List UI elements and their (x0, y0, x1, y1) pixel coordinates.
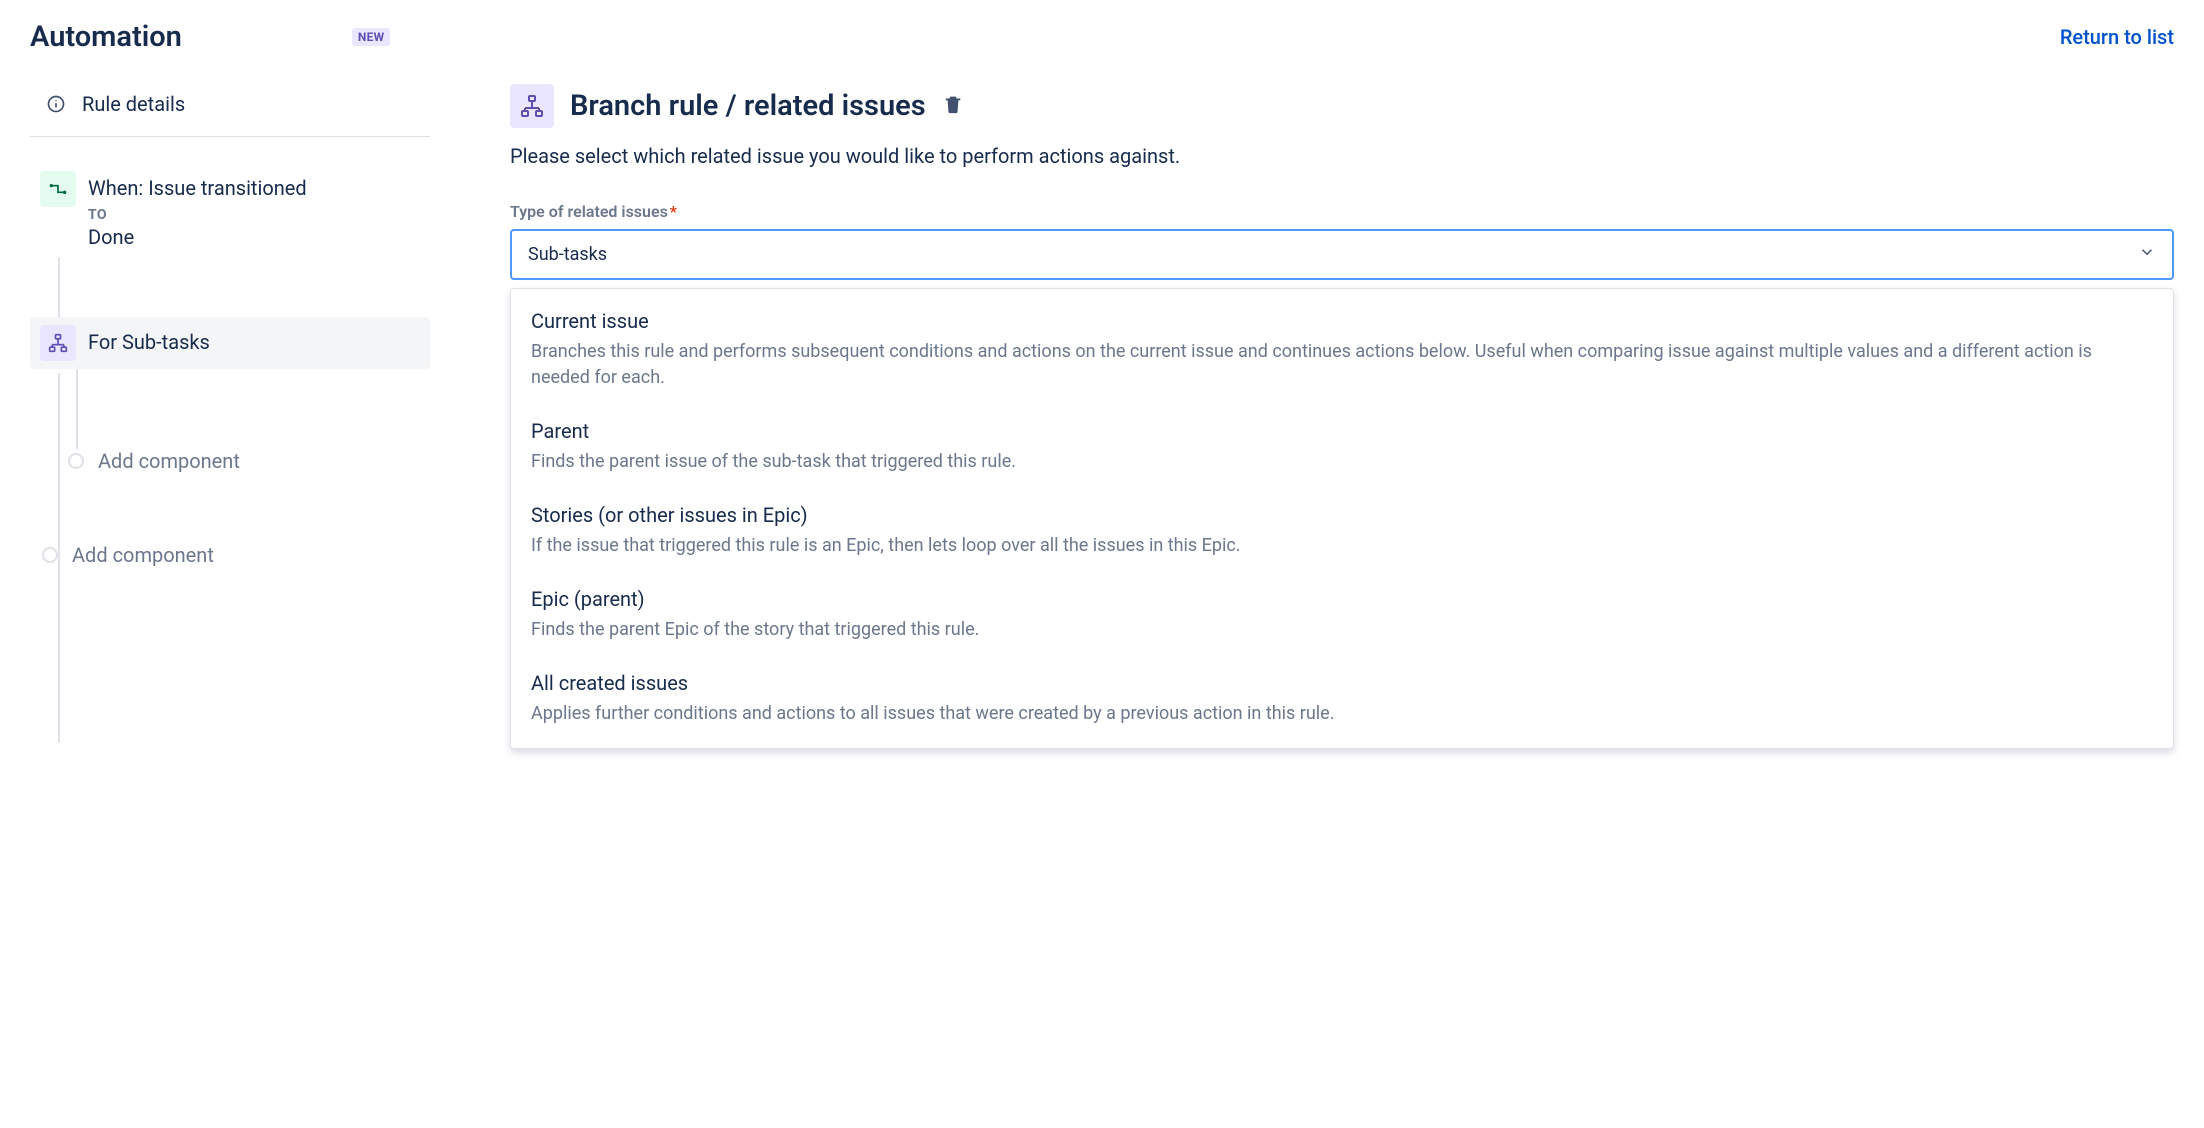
trigger-step[interactable]: When: Issue transitioned TO Done (30, 163, 430, 257)
nested-connector-line (76, 369, 430, 449)
option-title: Current issue (531, 309, 2153, 333)
return-to-list-link[interactable]: Return to list (2060, 25, 2174, 49)
branch-title: For Sub-tasks (88, 329, 210, 355)
select-value: Sub-tasks (528, 244, 607, 265)
connector-line (58, 257, 430, 317)
option-all-created-issues[interactable]: All created issues Applies further condi… (511, 657, 2173, 741)
option-desc: Finds the parent issue of the sub-task t… (531, 449, 2153, 475)
rule-sidebar: Rule details When: Issue transitioned TO… (30, 84, 430, 749)
new-badge: NEW (352, 28, 391, 46)
add-component-inner-label: Add component (98, 449, 240, 473)
option-desc: Branches this rule and performs subseque… (531, 339, 2153, 391)
branch-step[interactable]: For Sub-tasks (30, 317, 430, 369)
trigger-to-label: TO (88, 207, 307, 223)
field-label-text: Type of related issues (510, 202, 668, 221)
option-desc: If the issue that triggered this rule is… (531, 533, 2153, 559)
trigger-to-value: Done (88, 225, 307, 249)
option-desc: Finds the parent Epic of the story that … (531, 617, 2153, 643)
trigger-icon (40, 171, 76, 207)
main-title: Branch rule / related issues (570, 89, 926, 123)
option-current-issue[interactable]: Current issue Branches this rule and per… (511, 295, 2173, 405)
rule-details-row[interactable]: Rule details (30, 84, 430, 137)
field-label: Type of related issues* (510, 202, 2174, 221)
delete-icon[interactable] (942, 93, 964, 119)
option-title: Stories (or other issues in Epic) (531, 503, 2153, 527)
option-stories-in-epic[interactable]: Stories (or other issues in Epic) If the… (511, 489, 2173, 573)
page-header: Automation NEW Return to list (30, 0, 2174, 84)
rule-details-label: Rule details (82, 92, 185, 116)
trigger-title: When: Issue transitioned (88, 175, 307, 201)
option-epic-parent[interactable]: Epic (parent) Finds the parent Epic of t… (511, 573, 2173, 657)
main-panel: Branch rule / related issues Please sele… (510, 84, 2174, 749)
info-icon (46, 94, 66, 114)
chevron-down-icon (2138, 243, 2156, 266)
branch-rule-icon (510, 84, 554, 128)
option-title: All created issues (531, 671, 2153, 695)
option-title: Epic (parent) (531, 587, 2153, 611)
required-marker: * (670, 202, 677, 221)
main-description: Please select which related issue you wo… (510, 144, 2174, 168)
add-component-outer[interactable]: Add component (50, 543, 430, 567)
option-parent[interactable]: Parent Finds the parent issue of the sub… (511, 405, 2173, 489)
add-component-inner[interactable]: Add component (76, 449, 430, 473)
page-title: Automation (30, 20, 182, 54)
branch-icon (40, 325, 76, 361)
add-circle-icon (68, 453, 84, 469)
related-issues-select[interactable]: Sub-tasks (510, 229, 2174, 280)
add-circle-icon (42, 547, 58, 563)
option-desc: Applies further conditions and actions t… (531, 701, 2153, 727)
add-component-outer-label: Add component (72, 543, 214, 567)
option-title: Parent (531, 419, 2153, 443)
related-issues-dropdown: Current issue Branches this rule and per… (510, 288, 2174, 749)
